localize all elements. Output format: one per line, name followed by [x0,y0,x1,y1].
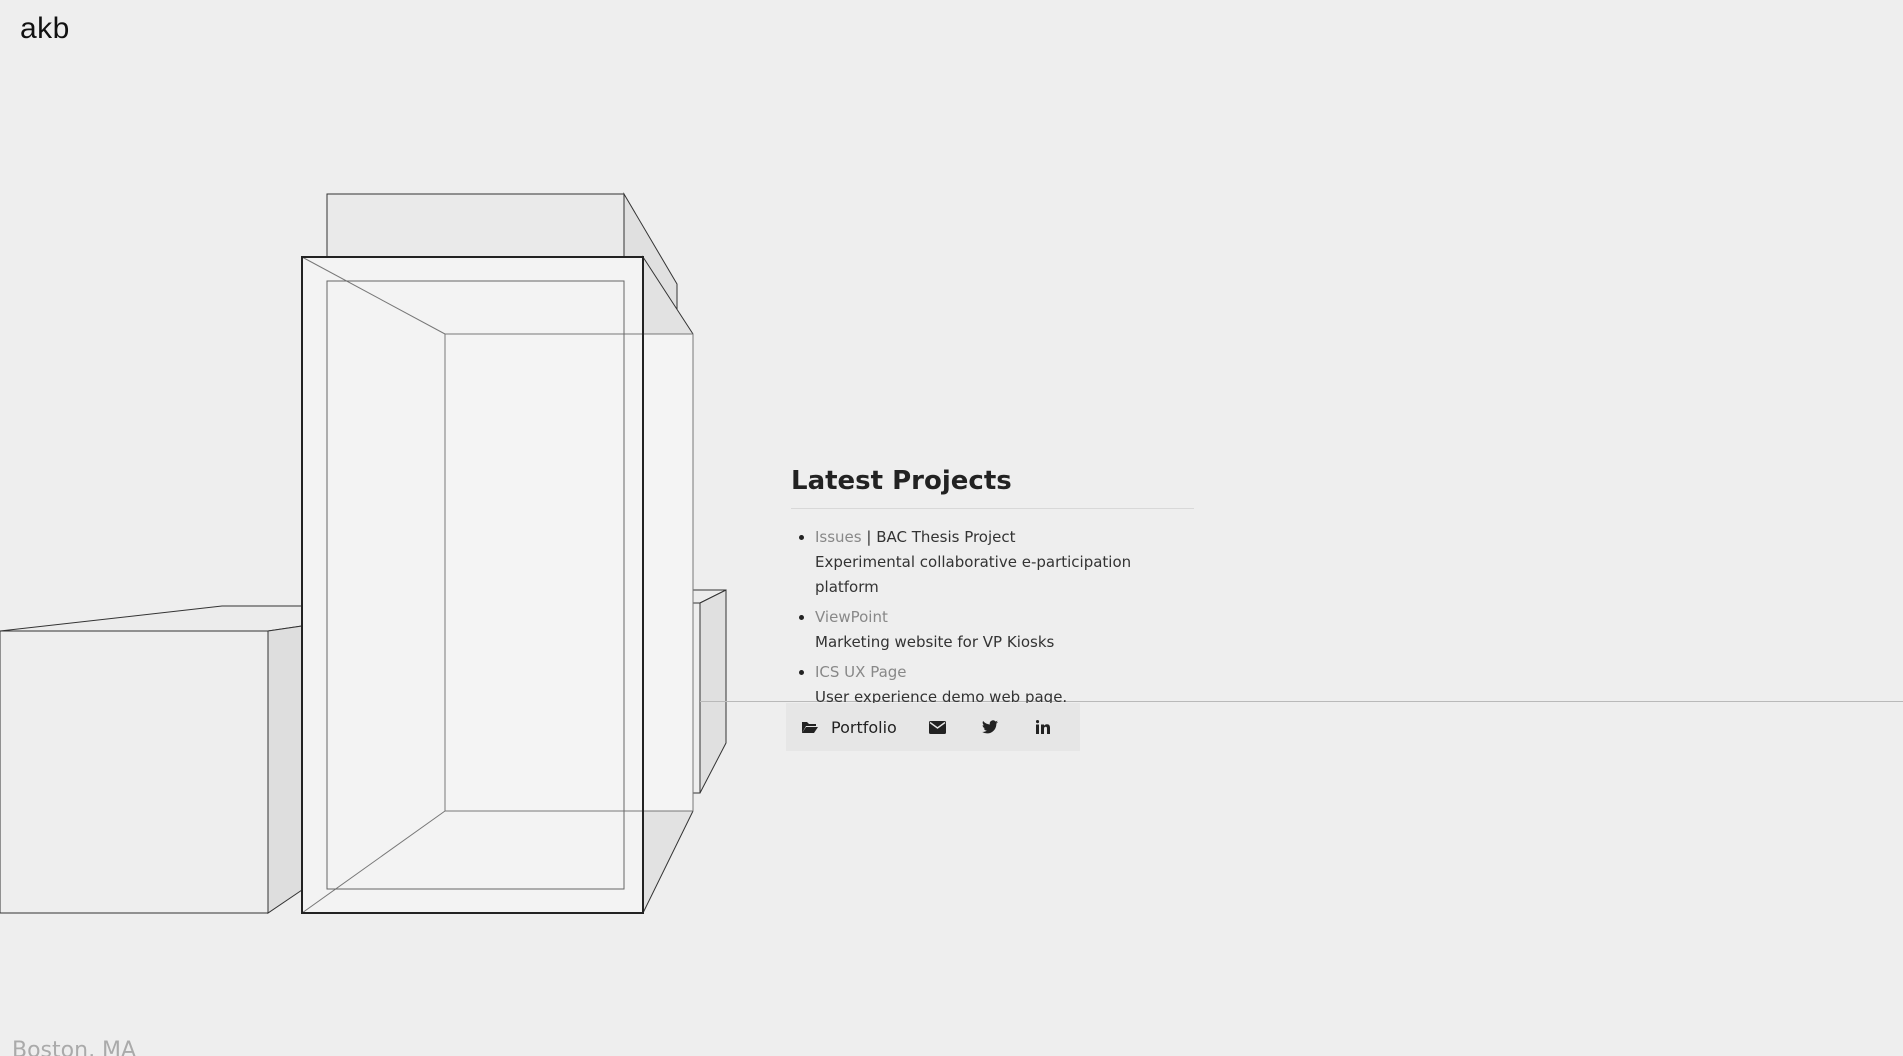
project-link-viewpoint[interactable]: ViewPoint [815,608,888,626]
project-description: Experimental collaborative e-participati… [815,553,1132,596]
projects-list: Issues | BAC Thesis Project Experimental… [791,525,1194,710]
project-suffix: | BAC Thesis Project [861,528,1016,546]
linkedin-icon [1036,720,1051,734]
portfolio-button[interactable]: Portfolio [801,703,911,751]
latest-projects-heading: Latest Projects [791,466,1194,509]
envelope-icon [928,720,946,734]
back-box-front [326,193,625,259]
left-box-side [267,625,303,914]
social-links-bar: Portfolio [786,703,1080,751]
twitter-icon [982,720,999,734]
project-link-ics-ux-page[interactable]: ICS UX Page [815,663,907,681]
twitter-button[interactable] [964,703,1017,751]
list-item: Issues | BAC Thesis Project Experimental… [815,525,1194,600]
building-illustration [0,192,727,914]
list-item: ViewPoint Marketing website for VP Kiosk… [815,605,1194,655]
email-button[interactable] [911,703,964,751]
latest-projects-section: Latest Projects Issues | BAC Thesis Proj… [791,466,1194,715]
linkedin-button[interactable] [1017,703,1070,751]
location-text: Boston, MA [12,1038,137,1056]
left-box-top [0,605,303,632]
right-box-side [699,589,727,794]
page: akb Latest Projects • Issues | BAC Thesi… [0,0,1903,1056]
project-description: Marketing website for VP Kiosks [815,633,1055,651]
left-box-front [0,630,269,914]
portfolio-label: Portfolio [831,717,897,737]
folder-open-icon [801,720,819,734]
tower-inner-back [444,333,694,812]
project-link-issues[interactable]: Issues [815,528,862,546]
